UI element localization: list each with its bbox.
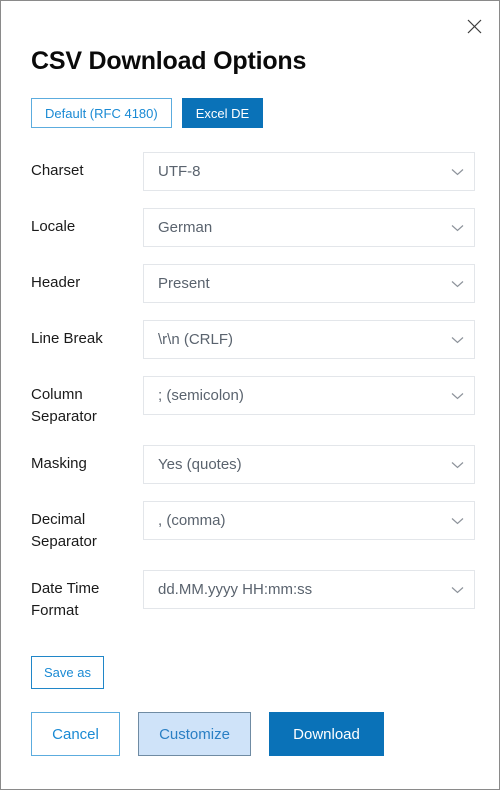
- customize-button[interactable]: Customize: [138, 712, 251, 756]
- field-control-column-separator: ; (semicolon): [143, 376, 475, 415]
- close-icon[interactable]: [461, 13, 487, 39]
- field-label-line-break: Line Break: [31, 330, 103, 347]
- field-control-line-break: \r\n (CRLF): [143, 320, 475, 359]
- charset-select[interactable]: UTF-8: [143, 152, 475, 191]
- field-label-decimal-separator: Decimal Separator: [31, 511, 97, 550]
- field-row-column-separator: Column Separator ; (semicolon): [31, 376, 475, 428]
- field-label-masking: Masking: [31, 455, 87, 472]
- field-row-charset: Charset UTF-8: [31, 152, 475, 191]
- field-row-date-time-format: Date Time Format dd.MM.yyyy HH:mm:ss: [31, 570, 475, 622]
- field-label-header: Header: [31, 274, 81, 291]
- field-control-decimal-separator: , (comma): [143, 501, 475, 540]
- cancel-button[interactable]: Cancel: [31, 712, 120, 756]
- save-as-button[interactable]: Save as: [31, 656, 104, 689]
- save-as-container: Save as: [31, 656, 104, 689]
- date-time-format-select[interactable]: dd.MM.yyyy HH:mm:ss: [143, 570, 475, 609]
- column-separator-select[interactable]: ; (semicolon): [143, 376, 475, 415]
- page-title: CSV Download Options: [31, 47, 307, 75]
- field-control-charset: UTF-8: [143, 152, 475, 191]
- field-control-header: Present: [143, 264, 475, 303]
- field-row-header: Header Present: [31, 264, 475, 303]
- csv-download-options-dialog: CSV Download Options Default (RFC 4180) …: [0, 0, 500, 790]
- field-row-line-break: Line Break \r\n (CRLF): [31, 320, 475, 359]
- preset-button-group: Default (RFC 4180) Excel DE: [31, 98, 264, 128]
- field-label-date-time-format: Date Time Format: [31, 580, 100, 619]
- locale-select[interactable]: German: [143, 208, 475, 247]
- field-control-locale: German: [143, 208, 475, 247]
- field-row-masking: Masking Yes (quotes): [31, 445, 475, 484]
- field-row-locale: Locale German: [31, 208, 475, 247]
- header-select[interactable]: Present: [143, 264, 475, 303]
- options-form: Charset UTF-8 Locale German Header Prese…: [31, 152, 475, 639]
- preset-excel-de-button[interactable]: Excel DE: [181, 98, 264, 128]
- masking-select[interactable]: Yes (quotes): [143, 445, 475, 484]
- close-icon-glyph: [467, 19, 481, 33]
- field-label-charset: Charset: [31, 162, 84, 179]
- line-break-select[interactable]: \r\n (CRLF): [143, 320, 475, 359]
- field-label-column-separator: Column Separator: [31, 386, 97, 425]
- field-row-decimal-separator: Decimal Separator , (comma): [31, 501, 475, 553]
- field-label-locale: Locale: [31, 218, 76, 235]
- download-button[interactable]: Download: [269, 712, 384, 756]
- dialog-footer: Cancel Customize Download: [31, 712, 384, 756]
- field-control-date-time-format: dd.MM.yyyy HH:mm:ss: [143, 570, 475, 609]
- preset-default-rfc4180-button[interactable]: Default (RFC 4180): [31, 98, 172, 128]
- field-control-masking: Yes (quotes): [143, 445, 475, 484]
- decimal-separator-select[interactable]: , (comma): [143, 501, 475, 540]
